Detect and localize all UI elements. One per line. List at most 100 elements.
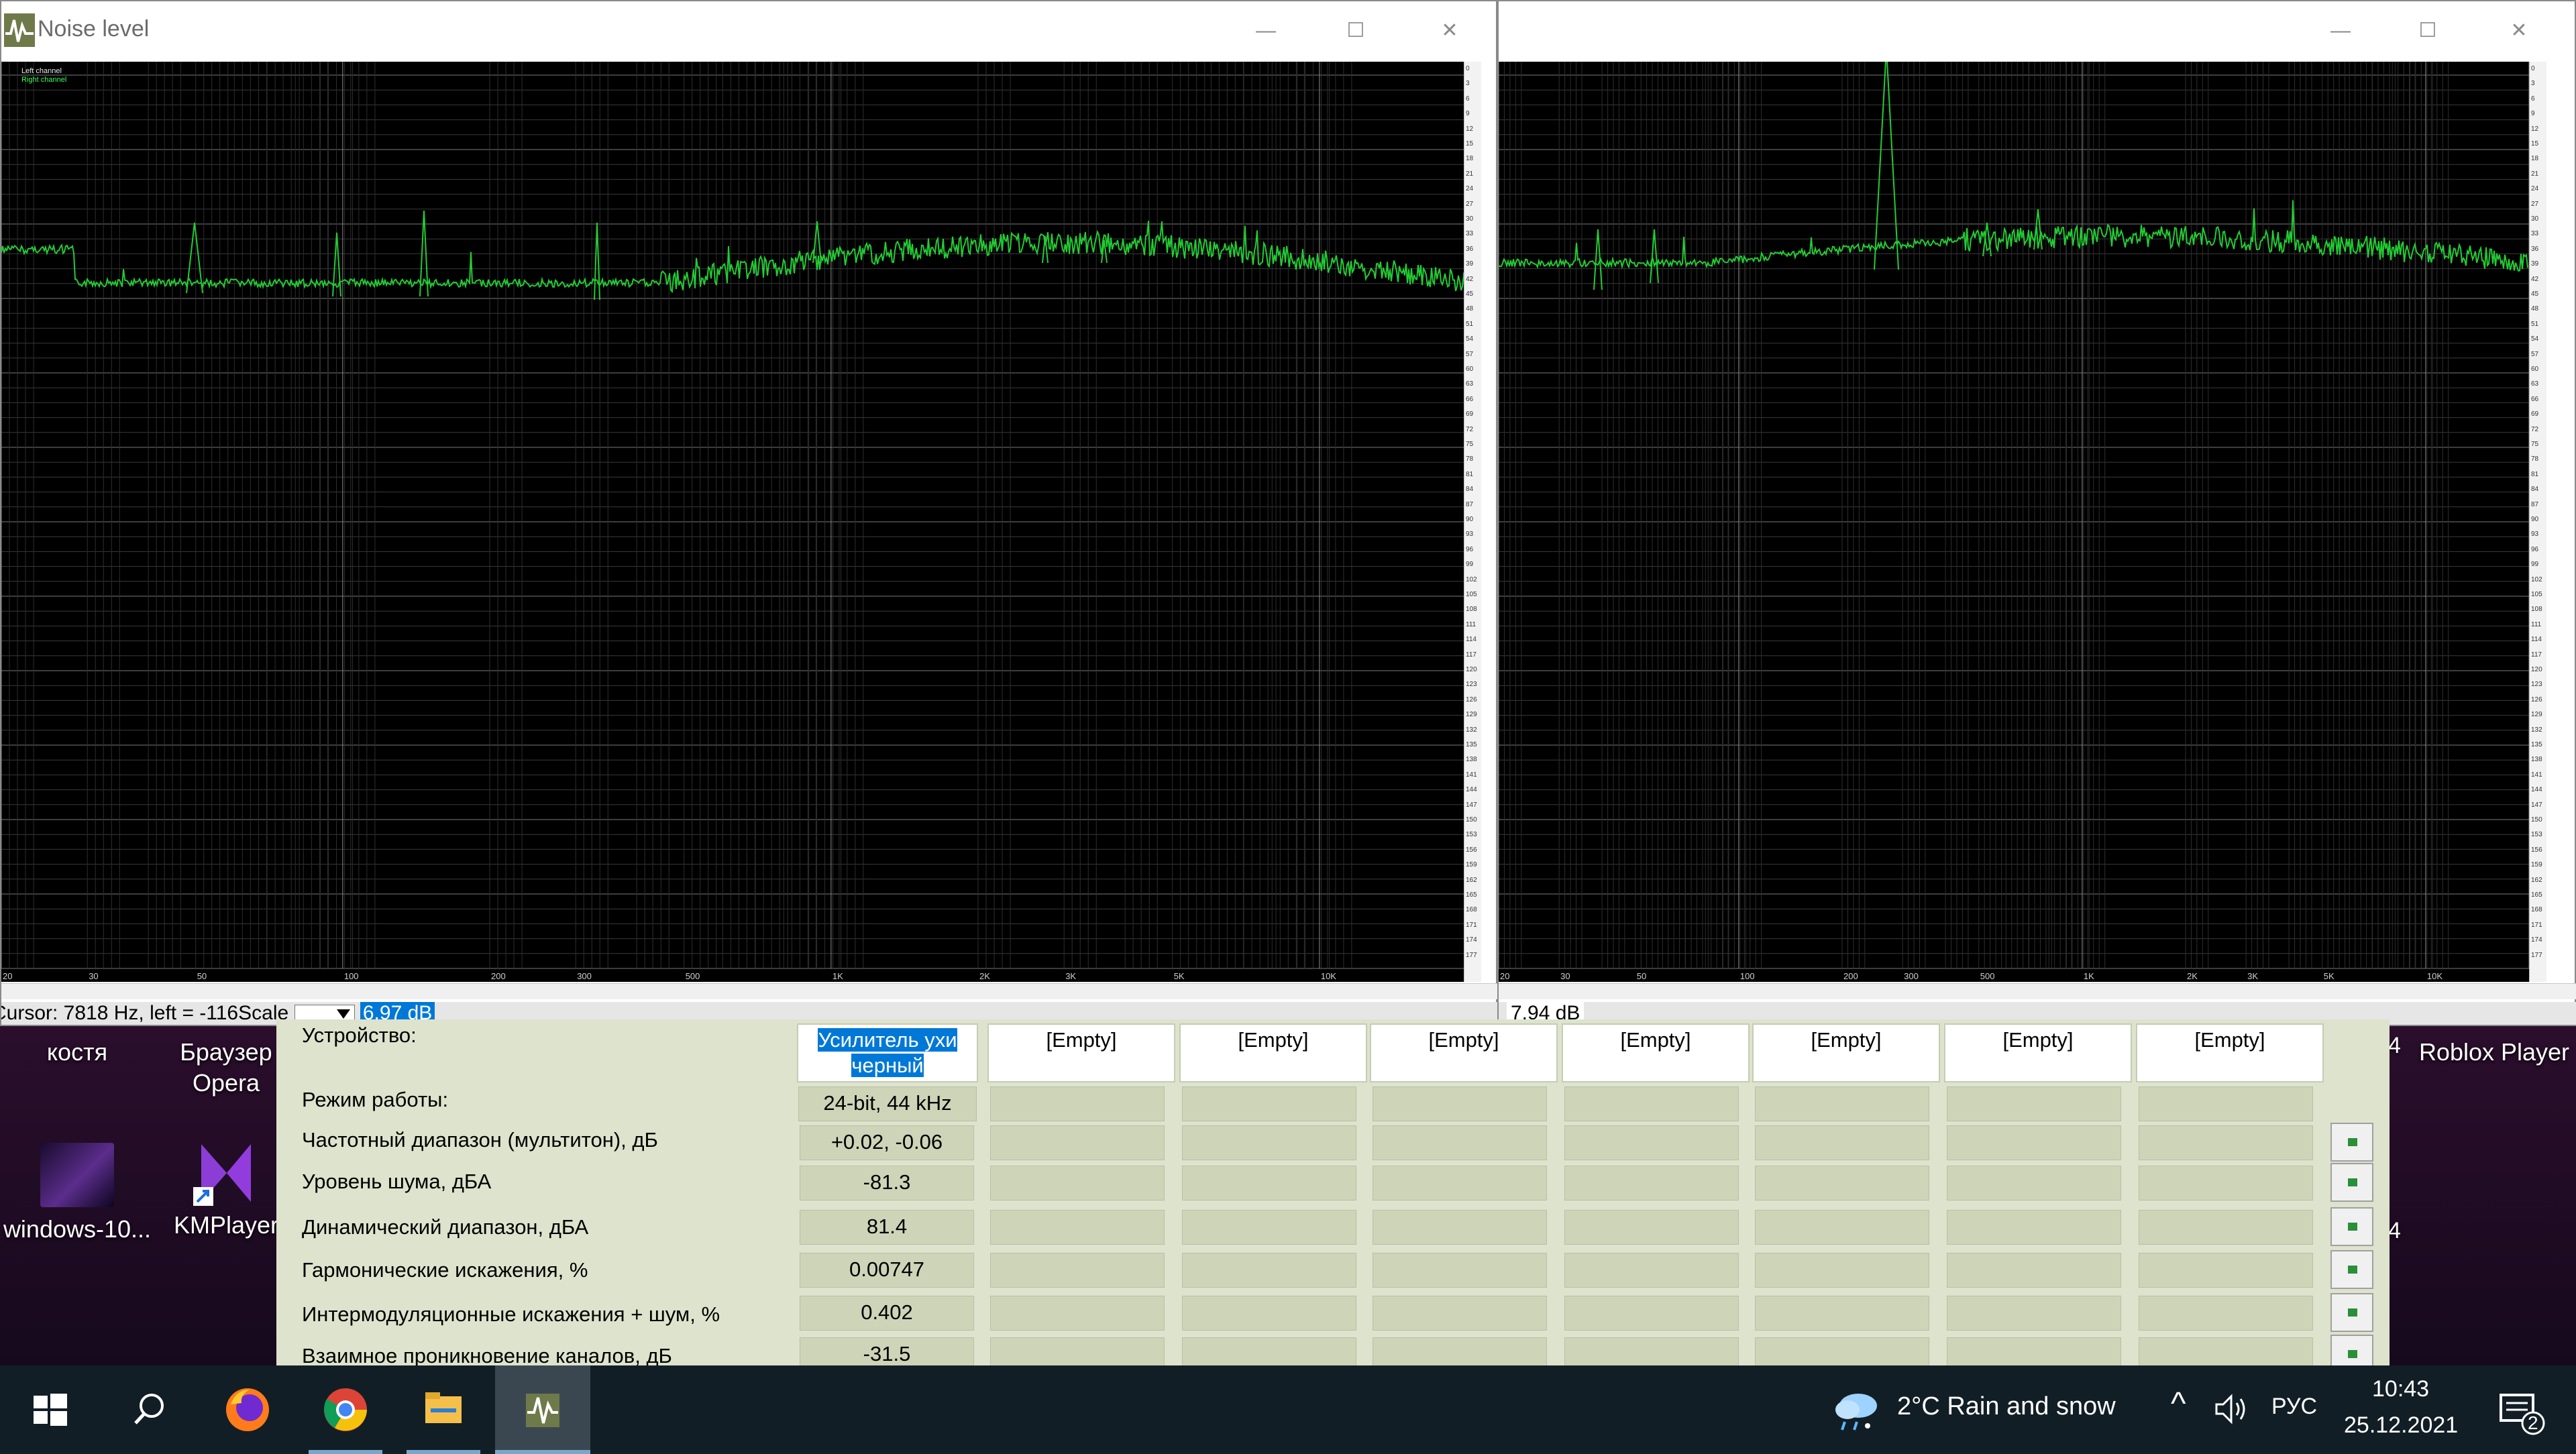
db-tick-label: 171: [2531, 921, 2542, 929]
row-detail-button[interactable]: [2330, 1335, 2373, 1365]
desktop-icon-label: Roblox Player: [2418, 1038, 2570, 1066]
desktop-edge-digit: 4: [2388, 1033, 2401, 1058]
empty-cell: [1373, 1125, 1547, 1160]
empty-cell: [1182, 1337, 1356, 1365]
db-tick-label: 21: [2531, 170, 2539, 178]
empty-cell: [1564, 1210, 1739, 1245]
db-tick-label: 96: [1466, 545, 1474, 553]
x-tick-label: 30: [1560, 971, 1570, 981]
language-indicator[interactable]: РУС: [2271, 1394, 2317, 1420]
empty-cell: [990, 1086, 1165, 1121]
empty-cell: [1947, 1125, 2121, 1160]
title-bar[interactable]: — ☐ ✕: [1499, 1, 2575, 60]
spectrum-peak: [1650, 229, 1659, 284]
db-tick-label: 156: [2531, 846, 2542, 854]
db-tick-label: 75: [2531, 441, 2539, 448]
volume-icon[interactable]: [2214, 1392, 2250, 1426]
empty-cell: [1182, 1166, 1356, 1200]
value-thd: 0.00747: [800, 1253, 974, 1288]
horizontal-scrollbar[interactable]: [1499, 983, 2576, 999]
spectrum-trace: [1, 221, 1466, 293]
weather-icon[interactable]: [1830, 1386, 1884, 1433]
db-tick-label: 78: [2531, 455, 2539, 463]
empty-cell: [1182, 1125, 1356, 1160]
spectrum-svg-left: 2030501002003005001K2K3K5K10K20K: [1, 62, 1466, 981]
search-button[interactable]: [111, 1365, 185, 1454]
db-tick-label: 156: [1466, 846, 1477, 854]
value-imd: 0.402: [800, 1296, 974, 1331]
db-tick-label: 123: [2531, 681, 2542, 689]
db-tick-label: 177: [1466, 951, 1477, 959]
start-button[interactable]: [13, 1365, 87, 1454]
x-tick-label: 2K: [2187, 971, 2198, 981]
chevron-up-icon[interactable]: ^: [2171, 1386, 2186, 1422]
db-tick-label: 138: [2531, 756, 2542, 764]
row-detail-button[interactable]: [2330, 1207, 2373, 1246]
empty-cell: [1373, 1253, 1547, 1288]
db-tick-label: 153: [1466, 831, 1477, 839]
device-header-empty[interactable]: [Empty]: [2136, 1023, 2324, 1082]
db-tick-label: 135: [1466, 741, 1477, 748]
x-tick-label: 200: [491, 971, 506, 981]
row-detail-button[interactable]: [2330, 1163, 2373, 1202]
title-bar[interactable]: Noise level — ☐ ✕: [1, 1, 1496, 60]
empty-cell: [2139, 1253, 2313, 1288]
desktop-icon-roblox[interactable]: Roblox Player: [2412, 1030, 2576, 1068]
maximize-button[interactable]: ☐: [2391, 9, 2465, 52]
db-tick-label: 54: [1466, 335, 1474, 343]
desktop-icon-windows10[interactable]: windows-10...: [0, 1143, 154, 1245]
chrome-taskbar-button[interactable]: [309, 1365, 382, 1454]
noise-level-taskbar-button[interactable]: [495, 1365, 590, 1454]
db-scale-right[interactable]: 0 3 6 9 12 15 18 21 24 27 30 33 36 39 42 45 48 51 54 57 60 63…: [2529, 62, 2546, 982]
clock-date[interactable]: 25.12.2021: [2344, 1412, 2458, 1439]
db-tick-label: 126: [1466, 695, 1477, 704]
device-header-empty[interactable]: [Empty]: [1370, 1023, 1558, 1082]
db-tick-label: 108: [1466, 606, 1477, 614]
device-header-empty[interactable]: [Empty]: [1752, 1023, 1940, 1082]
desktop-icon-kostya[interactable]: костя: [0, 1030, 154, 1068]
db-tick-label: 60: [1466, 366, 1474, 373]
search-icon: [134, 1394, 164, 1424]
db-tick-label: 141: [2531, 771, 2542, 779]
device-header-empty[interactable]: [Empty]: [1944, 1023, 2132, 1082]
row-detail-button[interactable]: [2330, 1250, 2373, 1289]
device-header-empty[interactable]: [Empty]: [1562, 1023, 1750, 1082]
empty-cell: [1182, 1086, 1356, 1121]
square-icon: [2348, 1266, 2357, 1274]
device-header-empty[interactable]: [Empty]: [1179, 1023, 1367, 1082]
horizontal-scrollbar[interactable]: [1, 983, 1499, 999]
x-tick-label: 20: [1500, 971, 1509, 981]
minimize-button[interactable]: —: [2304, 9, 2377, 52]
square-icon: [2348, 1138, 2357, 1146]
grid: [1499, 62, 2529, 969]
device-header-empty[interactable]: [Empty]: [987, 1023, 1175, 1082]
x-tick-label: 1K: [833, 971, 843, 981]
db-tick-label: 99: [1466, 561, 1474, 569]
square-icon: [2348, 1350, 2357, 1358]
db-tick-label: 159: [1466, 861, 1477, 869]
device-header-1[interactable]: Усилитель ухи черный: [797, 1023, 978, 1082]
db-tick-label: 105: [1466, 591, 1477, 598]
row-detail-button[interactable]: [2330, 1293, 2373, 1332]
spectrum-plot-left[interactable]: 2030501002003005001K2K3K5K10K20K: [1, 62, 1466, 982]
db-tick-label: 69: [2531, 410, 2539, 418]
weather-text[interactable]: 2°C Rain and snow: [1897, 1392, 2116, 1421]
close-button[interactable]: ✕: [2482, 9, 2556, 52]
row-detail-button[interactable]: [2330, 1123, 2373, 1162]
video-thumbnail-icon: [40, 1143, 114, 1207]
maximize-button[interactable]: ☐: [1319, 9, 1393, 52]
clock-time[interactable]: 10:43: [2372, 1376, 2429, 1402]
chevron-down-icon: [336, 1009, 350, 1019]
db-tick-label: 84: [2531, 486, 2539, 494]
notifications-button[interactable]: 2: [2482, 1365, 2556, 1454]
spectrum-plot-right[interactable]: 2030501002003005001K2K3K5K10K20K: [1499, 62, 2529, 982]
db-tick-label: 90: [1466, 516, 1474, 523]
firefox-taskbar-button[interactable]: [211, 1365, 284, 1454]
empty-cell: [1755, 1296, 1929, 1331]
minimize-button[interactable]: —: [1229, 9, 1303, 52]
db-scale-left[interactable]: 0 3 6 9 12 15 18 21 24 27 30 33 36 39 42 45 48 51 54 57 60 63…: [1464, 62, 1481, 982]
close-button[interactable]: ✕: [1413, 9, 1487, 52]
file-explorer-taskbar-button[interactable]: [407, 1365, 480, 1454]
db-tick-label: 162: [2531, 876, 2542, 884]
empty-cell: [990, 1210, 1165, 1245]
